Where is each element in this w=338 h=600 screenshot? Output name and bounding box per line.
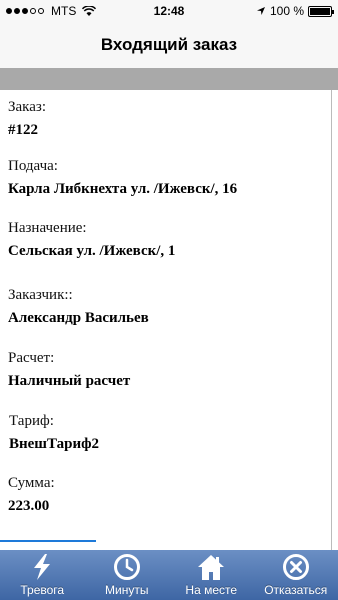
order-number-label: Заказ:: [8, 99, 46, 115]
tab-bar: Тревога Минуты На месте Отказаться: [0, 550, 338, 600]
sum-value: 223.00: [8, 498, 50, 514]
tab-alarm[interactable]: Тревога: [0, 550, 85, 600]
battery-percent: 100 %: [269, 4, 304, 18]
tab-on-site[interactable]: На месте: [169, 550, 254, 600]
page-title: Входящий заказ: [100, 35, 238, 54]
tab-decline[interactable]: Отказаться: [254, 550, 338, 600]
location-arrow-icon: [256, 7, 265, 15]
tab-minutes[interactable]: Минуты: [85, 550, 170, 600]
status-right: 100 %: [256, 4, 334, 18]
navigation-bar: Входящий заказ: [0, 22, 338, 68]
scroll-border: [331, 90, 332, 550]
sum-field: Сумма: 223.00: [8, 475, 55, 515]
pickup-field: Подача: Карла Либкнехта ул. /Ижевск/, 16: [8, 158, 237, 198]
gray-divider-strip: [0, 68, 338, 90]
status-bar: MTS 12:48 100 %: [0, 0, 338, 22]
sum-label: Сумма:: [8, 475, 55, 491]
progress-indicator-line: [0, 540, 96, 542]
tab-alarm-label: Тревога: [20, 583, 65, 597]
pickup-label: Подача:: [8, 158, 58, 174]
cancel-icon: [282, 554, 309, 580]
destination-value: Сельская ул. /Ижевск/, 1: [8, 243, 176, 259]
destination-label: Назначение:: [8, 220, 87, 236]
payment-field: Расчет: Наличный расчет: [8, 350, 130, 390]
order-number-field: Заказ: #122: [8, 99, 46, 139]
tab-decline-label: Отказаться: [264, 583, 328, 597]
tariff-field: Тариф: ВнешТариф2: [9, 413, 99, 453]
pickup-value: Карла Либкнехта ул. /Ижевск/, 16: [8, 181, 238, 197]
customer-label: Заказчик::: [8, 287, 73, 303]
payment-value: Наличный расчет: [8, 373, 131, 389]
home-icon: [198, 555, 225, 580]
tariff-label: Тариф:: [9, 413, 54, 429]
order-number-value: #122: [8, 122, 38, 138]
battery-icon: [308, 5, 334, 17]
lightning-icon: [34, 554, 51, 580]
tab-on-site-label: На месте: [185, 583, 238, 597]
destination-field: Назначение: Сельская ул. /Ижевск/, 1: [8, 220, 175, 260]
payment-label: Расчет:: [8, 350, 55, 366]
customer-field: Заказчик:: Александр Васильев: [8, 287, 149, 327]
clock-icon: [113, 554, 140, 580]
customer-value: Александр Васильев: [8, 310, 149, 326]
tab-minutes-label: Минуты: [105, 583, 149, 597]
tariff-value: ВнешТариф2: [9, 436, 99, 452]
